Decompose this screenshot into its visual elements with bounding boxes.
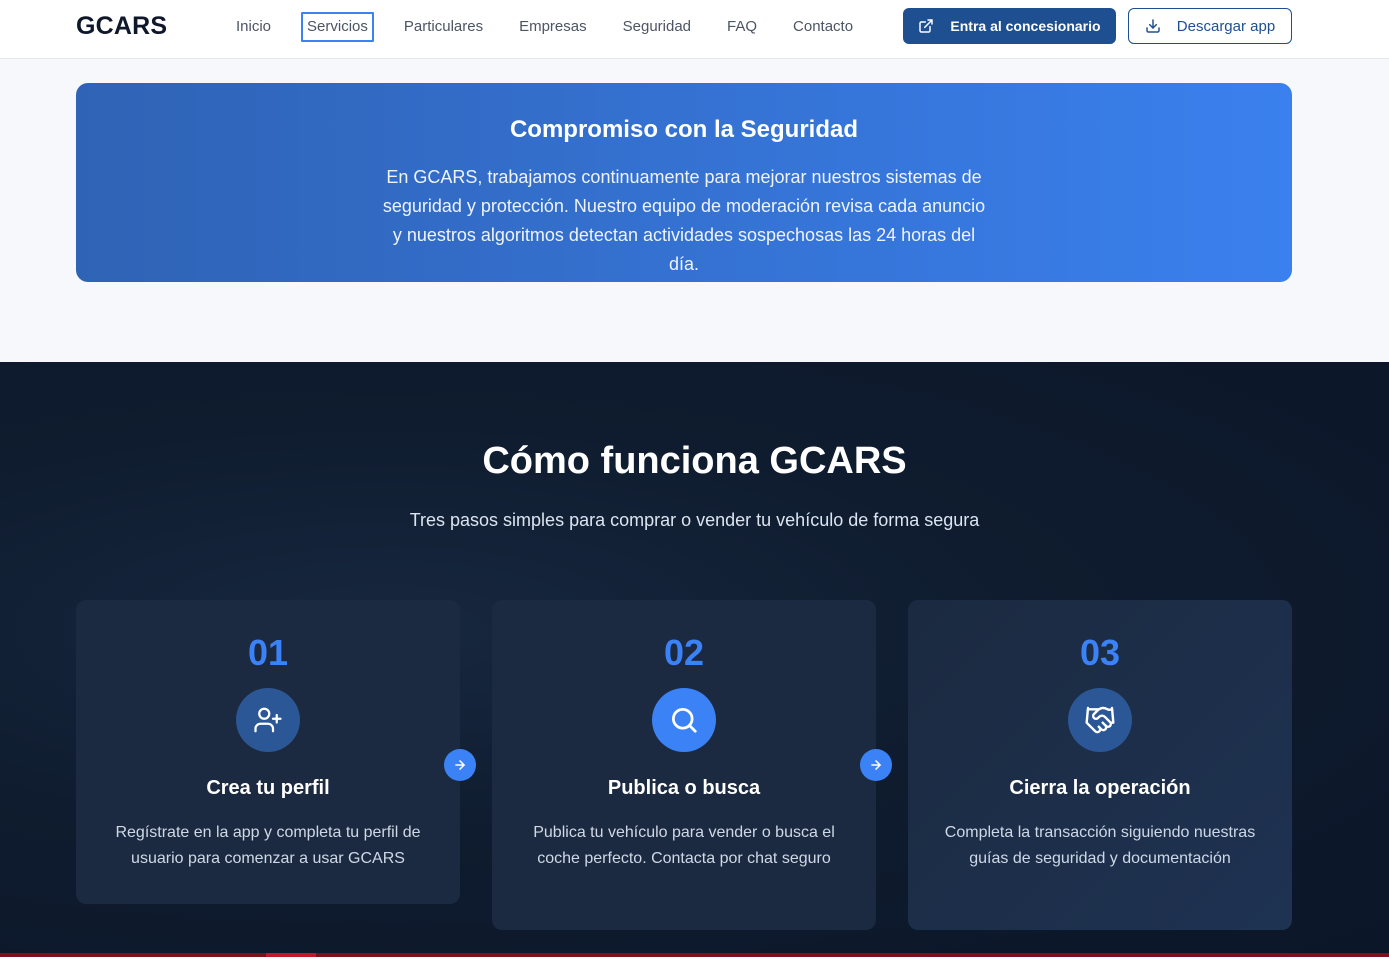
how-it-works-title: Cómo funciona GCARS: [482, 440, 907, 482]
step-card-3: 03 Cierra la operación Completa la trans…: [908, 600, 1292, 930]
step-description: Regístrate en la app y completa tu perfi…: [115, 824, 421, 867]
nav-item-particulares[interactable]: Particulares: [398, 12, 489, 42]
external-link-icon: [918, 18, 934, 34]
how-it-works-subtitle: Tres pasos simples para comprar o vender…: [409, 510, 980, 530]
step-title: Publica o busca: [607, 777, 761, 799]
site-header: GCARS Inicio Servicios Particulares Empr…: [0, 0, 1389, 59]
step-description: Completa la transacción siguiendo nuestr…: [944, 824, 1256, 867]
nav-item-servicios[interactable]: Servicios: [301, 12, 374, 42]
download-icon: [1145, 18, 1161, 34]
step-number: 02: [663, 632, 705, 673]
step-number: 03: [1079, 632, 1121, 673]
arrow-right-icon[interactable]: [860, 749, 892, 781]
site-logo[interactable]: GCARS: [76, 12, 167, 41]
download-app-label: Descargar app: [1176, 17, 1276, 35]
nav-item-empresas[interactable]: Empresas: [513, 12, 593, 42]
step-title: Cierra la operación: [1009, 777, 1191, 799]
security-banner-text: En GCARS, trabajamos continuamente para …: [382, 167, 986, 274]
dealer-login-button[interactable]: Entra al concesionario: [903, 8, 1116, 44]
nav-item-inicio[interactable]: Inicio: [230, 12, 277, 42]
security-banner: Compromiso con la Seguridad En GCARS, tr…: [76, 83, 1292, 282]
main-nav: Inicio Servicios Particulares Empresas S…: [230, 12, 883, 42]
nav-item-contacto[interactable]: Contacto: [787, 12, 859, 42]
step-title: Crea tu perfil: [206, 777, 330, 799]
footer-edge: [0, 953, 1389, 957]
nav-item-faq[interactable]: FAQ: [721, 12, 763, 42]
handshake-icon: [1068, 688, 1132, 752]
step-card-2: 02 Publica o busca Publica tu vehículo p…: [492, 600, 876, 930]
step-description: Publica tu vehículo para vender o busca …: [533, 824, 835, 867]
arrow-right-icon[interactable]: [444, 749, 476, 781]
dealer-login-label: Entra al concesionario: [950, 18, 1101, 34]
step-number: 01: [247, 632, 289, 673]
user-plus-icon: [236, 688, 300, 752]
security-banner-title: Compromiso con la Seguridad: [509, 116, 859, 143]
search-icon: [652, 688, 716, 752]
nav-item-seguridad[interactable]: Seguridad: [617, 12, 697, 42]
download-app-button[interactable]: Descargar app: [1128, 8, 1292, 44]
footer-edge-accent: [266, 953, 316, 957]
how-it-works-section: Cómo funciona GCARS Tres pasos simples p…: [0, 362, 1389, 957]
step-card-1: 01 Crea tu perfil Regístrate en la app y…: [76, 600, 460, 904]
